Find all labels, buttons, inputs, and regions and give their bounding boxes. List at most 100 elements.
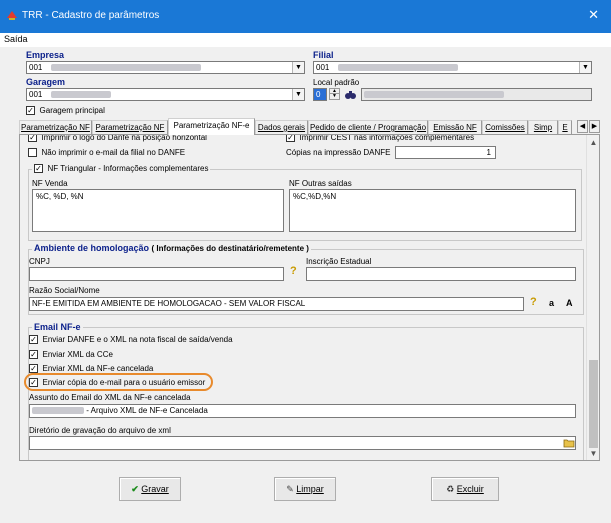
local-padrao-label: Local padrão (313, 78, 360, 87)
tab-emissao-nf[interactable]: Emissão NF (428, 120, 482, 134)
blurred-text (50, 91, 111, 99)
nf-outras-textarea[interactable]: %C,%D,%N (289, 189, 576, 232)
checkbox-checked-icon[interactable]: ✓ (29, 378, 38, 388)
garagem-value: 001 (29, 90, 43, 99)
chevron-down-icon[interactable]: ▼ (292, 62, 304, 73)
blurred-text (337, 64, 458, 72)
diretorio-input[interactable] (29, 436, 576, 450)
app-icon (7, 11, 17, 20)
email-option-cce[interactable]: ✓ Enviar XML da CCe (29, 349, 113, 360)
local-padrao-spin[interactable]: ▲ ▼ (329, 88, 340, 101)
checkbox-checked-icon[interactable]: ✓ (29, 350, 38, 360)
binoculars-icon[interactable] (344, 88, 357, 101)
garagem-combo[interactable]: 001 ▼ (26, 88, 305, 101)
help-icon[interactable]: ? (290, 265, 297, 277)
filial-label: Filial (313, 50, 334, 60)
checkbox-checked-icon[interactable]: ✓ (34, 164, 43, 174)
checkbox-unchecked-icon[interactable] (28, 148, 37, 158)
scroll-up-icon[interactable]: ▲ (587, 137, 599, 149)
scrollbar-thumb[interactable] (589, 360, 598, 448)
email-option-label: Enviar cópia do e-mail para o usuário em… (42, 378, 206, 387)
tab-parametrizacao-nfe[interactable]: Parametrização NF-e (168, 118, 255, 135)
folder-icon[interactable] (563, 437, 575, 448)
limpar-button[interactable]: ✎ Limpar (274, 477, 336, 501)
nf-outras-label: NF Outras saídas (289, 179, 352, 188)
local-padrao-input[interactable]: 0 (313, 88, 327, 101)
tab-scroll-left-icon[interactable]: ◀ (577, 120, 588, 133)
razao-social-input[interactable]: NF-E EMITIDA EM AMBIENTE DE HOMOLOGACAO … (29, 297, 524, 311)
checkbox-checked-icon[interactable]: ✓ (29, 364, 38, 374)
email-option-label: Enviar DANFE e o XML na nota fiscal de s… (42, 335, 233, 344)
uppercase-button[interactable]: A (566, 298, 573, 308)
cnpj-input[interactable] (29, 267, 284, 281)
blurred-text (32, 407, 84, 415)
imprimir-cest-label: Imprimir CEST nas informações complement… (299, 134, 475, 142)
excluir-button[interactable]: ♻ Excluir (431, 477, 499, 501)
imprimir-logo-checkbox[interactable]: ✓ Imprimir o logo do Danfe na posição ho… (28, 134, 207, 143)
email-title: Email NF-e (32, 322, 83, 332)
tab-comissoes[interactable]: Comissões (482, 120, 528, 134)
tab-pedido-cliente[interactable]: Pedido de cliente / Programação (308, 120, 428, 134)
chevron-down-icon[interactable]: ▼ (579, 62, 591, 73)
email-option-copia-usuario[interactable]: ✓ Enviar cópia do e-mail para o usuário … (29, 377, 206, 388)
inscricao-estadual-label: Inscrição Estadual (306, 257, 372, 266)
imprimir-logo-label: Imprimir o logo do Danfe na posição hori… (41, 134, 207, 142)
eraser-icon: ✎ (286, 484, 294, 494)
filial-combo[interactable]: 001 ▼ (313, 61, 592, 74)
vertical-scrollbar[interactable]: ▲ ▼ (586, 135, 599, 460)
checkbox-checked-icon[interactable]: ✓ (28, 135, 37, 143)
checkbox-checked-icon[interactable]: ✓ (26, 106, 35, 116)
garagem-label: Garagem (26, 77, 66, 87)
tab-scroll-right-icon[interactable]: ▶ (589, 120, 600, 133)
tab-dados-gerais[interactable]: Dados gerais (255, 120, 308, 134)
garagem-principal-checkbox[interactable]: ✓ Garagem principal (26, 105, 105, 116)
tab-e[interactable]: E (558, 120, 572, 134)
email-option-label: Enviar XML da NF-e cancelada (42, 364, 154, 373)
help-icon[interactable]: ? (530, 296, 537, 308)
nf-venda-label: NF Venda (32, 179, 68, 188)
scroll-down-icon[interactable]: ▼ (587, 448, 599, 460)
email-option-label: Enviar XML da CCe (42, 350, 113, 359)
nao-imprimir-email-checkbox[interactable]: Não imprimir o e-mail da filial no DANFE (28, 147, 186, 158)
nf-triangular-checkbox[interactable]: ✓ NF Triangular - Informações complement… (32, 163, 211, 174)
empresa-label: Empresa (26, 50, 65, 60)
menu-bar: Saída (0, 33, 611, 47)
razao-social-label: Razão Social/Nome (29, 286, 100, 295)
chevron-down-icon[interactable]: ▼ (292, 89, 304, 100)
imprimir-cest-checkbox[interactable]: ✓ Imprimir CEST nas informações compleme… (286, 134, 475, 143)
email-option-danfe-xml[interactable]: ✓ Enviar DANFE e o XML na nota fiscal de… (29, 334, 233, 345)
tab-simp[interactable]: Simp (528, 120, 558, 134)
excluir-label: Excluir (456, 484, 484, 494)
lowercase-button[interactable]: a (549, 298, 554, 308)
homologacao-heading: Ambiente de homologação ( Informações do… (32, 243, 311, 253)
assunto-label: Assunto do Email do XML da NF-e cancelad… (29, 393, 191, 402)
nf-triangular-label: NF Triangular - Informações complementar… (47, 164, 209, 173)
filial-value: 001 (316, 63, 330, 72)
limpar-label: Limpar (296, 484, 324, 494)
garagem-principal-label: Garagem principal (39, 106, 105, 115)
checkbox-checked-icon[interactable]: ✓ (29, 335, 38, 345)
local-padrao-description (361, 88, 592, 101)
nf-venda-textarea[interactable]: %C, %D, %N (32, 189, 284, 232)
inscricao-estadual-input[interactable] (306, 267, 576, 281)
copias-input[interactable]: 1 (395, 146, 496, 159)
nao-imprimir-email-label: Não imprimir o e-mail da filial no DANFE (41, 148, 186, 157)
cnpj-label: CNPJ (29, 257, 50, 266)
empresa-combo[interactable]: 001 ▼ (26, 61, 305, 74)
checkbox-checked-icon[interactable]: ✓ (286, 135, 295, 143)
close-icon[interactable]: ✕ (588, 8, 599, 21)
copias-label: Cópias na impressão DANFE (286, 148, 391, 157)
tab-panel-nfe: ✓ Imprimir o logo do Danfe na posição ho… (19, 134, 600, 461)
tab-parametrizacao-nf-2[interactable]: Parametrização NF (92, 120, 168, 134)
gravar-button[interactable]: ✔ Gravar (119, 477, 181, 501)
homologacao-subtitle: ( Informações do destinatário/remetente … (151, 244, 309, 253)
checkmark-icon: ✔ (131, 484, 139, 494)
assunto-value: - Arquivo XML de NF-e Cancelada (86, 406, 208, 415)
empresa-value: 001 (29, 63, 43, 72)
assunto-input[interactable]: - Arquivo XML de NF-e Cancelada (29, 404, 576, 418)
gravar-label: Gravar (141, 484, 169, 494)
tab-parametrizacao-nf-1[interactable]: Parametrização NF (19, 120, 92, 134)
menu-saida[interactable]: Saída (4, 34, 28, 44)
blurred-text (364, 91, 504, 99)
email-option-cancelada[interactable]: ✓ Enviar XML da NF-e cancelada (29, 363, 154, 374)
